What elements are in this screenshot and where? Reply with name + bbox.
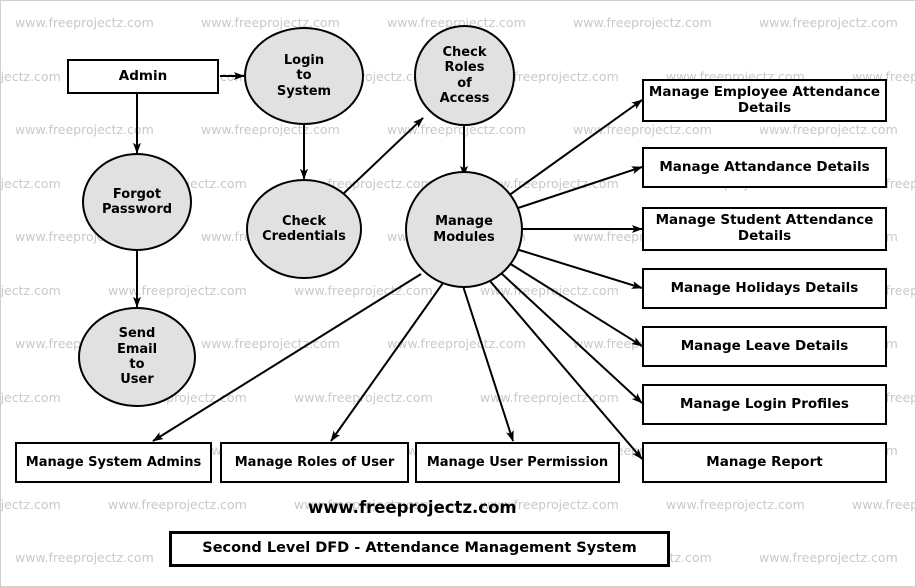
- module-manage-report-label: Manage Report: [706, 453, 823, 470]
- node-layer: Admin Login to System Check Roles of Acc…: [1, 1, 915, 586]
- module-manage-login-profiles-label: Manage Login Profiles: [680, 395, 849, 412]
- module-manage-student-attendance-details-label: Manage Student Attendance Details: [655, 212, 874, 244]
- module-manage-attandance-details-label: Manage Attandance Details: [659, 158, 870, 175]
- module-manage-leave-details[interactable]: Manage Leave Details: [642, 326, 887, 367]
- process-manage-modules-label: Manage Modules: [433, 214, 495, 245]
- process-login-to-system-label: Login to System: [276, 53, 332, 99]
- module-manage-user-permission[interactable]: Manage User Permission: [415, 442, 620, 483]
- process-check-roles-of-access[interactable]: Check Roles of Access: [414, 25, 515, 126]
- process-send-email-to-user-label: Send Email to User: [116, 326, 158, 388]
- brand-label: www.freeprojectz.com: [308, 498, 517, 517]
- process-check-credentials-label: Check Credentials: [262, 213, 346, 244]
- module-manage-holidays-details[interactable]: Manage Holidays Details: [642, 268, 887, 309]
- process-forgot-password-label: Forgot Password: [101, 186, 173, 217]
- diagram-title-banner: Second Level DFD - Attendance Management…: [169, 531, 670, 567]
- module-manage-report[interactable]: Manage Report: [642, 442, 887, 483]
- module-manage-roles-of-user[interactable]: Manage Roles of User: [220, 442, 409, 483]
- module-manage-login-profiles[interactable]: Manage Login Profiles: [642, 384, 887, 425]
- process-login-to-system[interactable]: Login to System: [244, 27, 364, 125]
- entity-admin[interactable]: Admin: [67, 59, 219, 94]
- module-manage-system-admins-label: Manage System Admins: [25, 454, 202, 470]
- module-manage-user-permission-label: Manage User Permission: [426, 454, 609, 470]
- process-send-email-to-user[interactable]: Send Email to User: [78, 307, 196, 407]
- process-manage-modules[interactable]: Manage Modules: [405, 171, 523, 288]
- process-check-credentials[interactable]: Check Credentials: [246, 179, 362, 279]
- module-manage-employee-attendance-details-label: Manage Employee Attendance Details: [648, 83, 881, 116]
- module-manage-system-admins[interactable]: Manage System Admins: [15, 442, 212, 483]
- module-manage-leave-details-label: Manage Leave Details: [680, 337, 849, 354]
- module-manage-attandance-details[interactable]: Manage Attandance Details: [642, 147, 887, 188]
- module-manage-employee-attendance-details[interactable]: Manage Employee Attendance Details: [642, 79, 887, 122]
- module-manage-roles-of-user-label: Manage Roles of User: [234, 454, 395, 470]
- process-forgot-password[interactable]: Forgot Password: [82, 153, 192, 251]
- dfd-diagram-canvas: www.freeprojectz.com www.freeprojectz.com…: [0, 0, 916, 587]
- module-manage-holidays-details-label: Manage Holidays Details: [670, 279, 859, 296]
- module-manage-student-attendance-details[interactable]: Manage Student Attendance Details: [642, 207, 887, 251]
- diagram-title-label: Second Level DFD - Attendance Management…: [202, 540, 637, 557]
- entity-admin-label: Admin: [118, 67, 168, 84]
- process-check-roles-of-access-label: Check Roles of Access: [439, 44, 490, 106]
